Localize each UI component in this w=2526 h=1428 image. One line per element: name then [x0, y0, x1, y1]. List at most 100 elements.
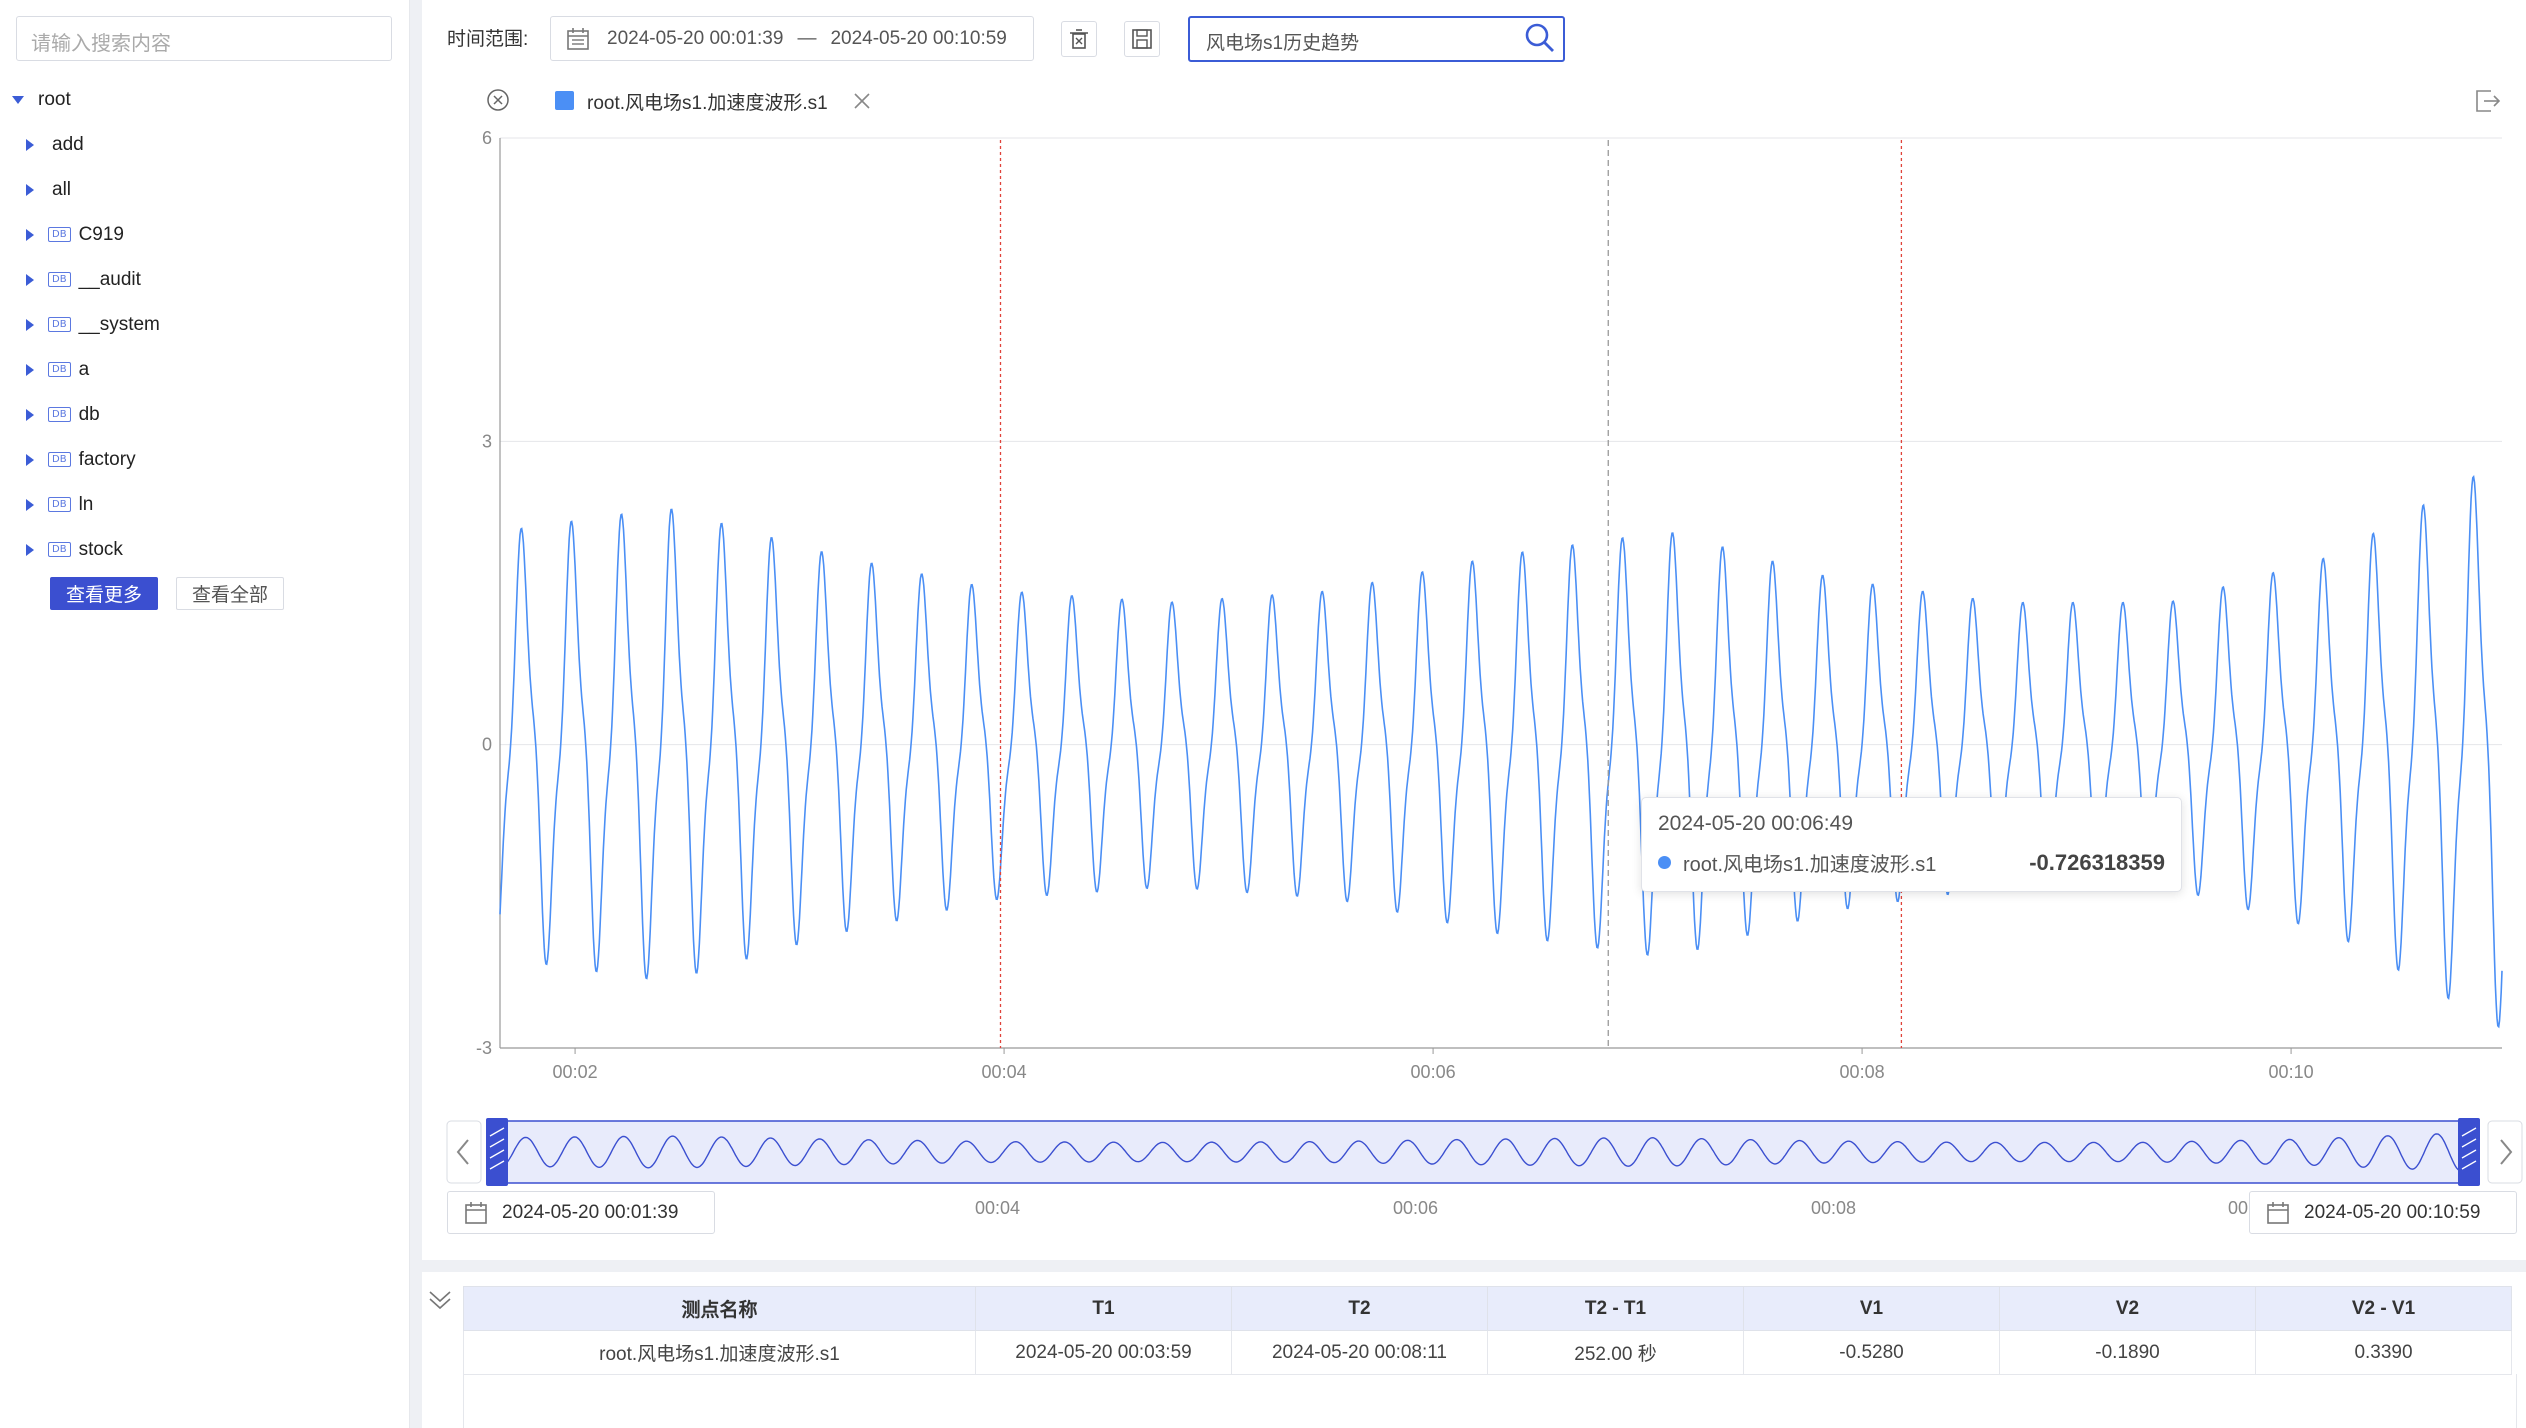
- caret-right-icon[interactable]: [26, 498, 34, 511]
- search-icon[interactable]: [1524, 22, 1556, 54]
- tree-item-ln[interactable]: DB ln: [26, 482, 93, 527]
- database-icon: DB: [48, 227, 71, 242]
- table-header-cell[interactable]: T1: [975, 1286, 1232, 1331]
- slider-end-date[interactable]: 2024-05-20 00:10:59: [2249, 1191, 2517, 1234]
- query-input[interactable]: 风电场s1历史趋势: [1188, 16, 1565, 62]
- tree-item-system[interactable]: DB __system: [26, 302, 160, 347]
- tooltip-value: -0.726318359: [2029, 849, 2165, 875]
- series-line: [499, 475, 2503, 1029]
- tooltip-series-dot: [1658, 856, 1671, 869]
- table-header-cell[interactable]: 测点名称: [463, 1286, 976, 1331]
- caret-right-icon[interactable]: [26, 363, 34, 376]
- chart-tooltip: 2024-05-20 00:06:49 root.风电场s1.加速度波形.s1 …: [1641, 797, 2182, 892]
- tree-item-label: a: [78, 358, 90, 380]
- tree-item-audit[interactable]: DB __audit: [26, 257, 141, 302]
- table-cell: 252.00 秒: [1487, 1330, 1744, 1375]
- trash-icon: [1070, 29, 1088, 49]
- search-input[interactable]: 请输入搜索内容: [16, 16, 392, 61]
- table-row[interactable]: root.风电场s1.加速度波形.s1 2024-05-20 00:03:59 20…: [463, 1330, 2512, 1375]
- slider-handle-right[interactable]: [2458, 1118, 2480, 1186]
- database-icon: DB: [48, 362, 71, 377]
- tree-item-add[interactable]: add: [26, 122, 84, 167]
- tree-item-factory[interactable]: DB factory: [26, 437, 136, 482]
- clear-series-icon[interactable]: [486, 88, 510, 112]
- tree-item-db[interactable]: DB db: [26, 392, 100, 437]
- slider-start-text: 2024-05-20 00:01:39: [502, 1201, 679, 1223]
- time-range-label: 时间范围:: [447, 29, 529, 50]
- tree-item-label: C919: [78, 223, 124, 245]
- tree-item-stock[interactable]: DB stock: [26, 527, 123, 572]
- tree-item-label: __audit: [78, 268, 141, 290]
- y-tick-label: 6: [482, 128, 492, 148]
- tree-root[interactable]: root: [12, 77, 71, 122]
- x-tick-label: 00:10: [2269, 1062, 2314, 1082]
- end-time: 2024-05-20 00:10:59: [830, 27, 1007, 49]
- caret-right-icon[interactable]: [26, 318, 34, 331]
- legend-swatch: [555, 91, 574, 110]
- save-button[interactable]: [1124, 21, 1160, 57]
- export-icon[interactable]: [2473, 87, 2501, 115]
- line-chart[interactable]: 6 3 0 -3 00:02 00:04 00:06 00:08 00:10: [422, 120, 2526, 1090]
- caret-right-icon[interactable]: [26, 138, 34, 151]
- sidebar: 请输入搜索内容 root 查看更多 查看全部 add all DB C919 DB __a…: [0, 0, 410, 1428]
- calendar-icon: [465, 1201, 487, 1224]
- calendar-icon: [2267, 1201, 2289, 1224]
- tree-root-label: root: [38, 88, 71, 110]
- time-slider[interactable]: [486, 1118, 2480, 1186]
- table-cell: -0.5280: [1743, 1330, 2000, 1375]
- table-header-cell[interactable]: V2: [1999, 1286, 2256, 1331]
- tree-item-label: __system: [78, 313, 160, 335]
- caret-right-icon[interactable]: [26, 408, 34, 421]
- y-tick-label: 0: [482, 735, 492, 755]
- slider-start-date[interactable]: 2024-05-20 00:01:39: [447, 1191, 715, 1234]
- y-tick-label: 3: [482, 431, 492, 451]
- tree-item-label: add: [52, 133, 84, 155]
- slider-tick-label: 00: [2228, 1198, 2249, 1218]
- calendar-icon: [567, 27, 589, 50]
- caret-right-icon[interactable]: [26, 543, 34, 556]
- table-header-cell[interactable]: V2 - V1: [2255, 1286, 2512, 1331]
- collapse-icon[interactable]: [426, 1286, 454, 1314]
- slider-end-text: 2024-05-20 00:10:59: [2304, 1201, 2481, 1223]
- time-range-picker[interactable]: 2024-05-20 00:01:39 — 2024-05-20 00:10:5…: [550, 16, 1034, 61]
- database-icon: DB: [48, 542, 71, 557]
- table-header-cell[interactable]: T2: [1231, 1286, 1488, 1331]
- close-icon[interactable]: [852, 91, 872, 111]
- database-icon: DB: [48, 272, 71, 287]
- start-time: 2024-05-20 00:01:39: [607, 27, 784, 49]
- x-tick-label: 00:04: [982, 1062, 1027, 1082]
- table-header-cell[interactable]: T2 - T1: [1487, 1286, 1744, 1331]
- tree-item-label: all: [52, 178, 72, 200]
- caret-down-icon[interactable]: [12, 95, 24, 104]
- slider-tick-label: 00:04: [975, 1198, 1021, 1218]
- database-icon: DB: [48, 317, 71, 332]
- caret-right-icon[interactable]: [26, 228, 34, 241]
- database-icon: DB: [48, 497, 71, 512]
- x-tick-label: 00:02: [553, 1062, 598, 1082]
- tooltip-time: 2024-05-20 00:06:49: [1658, 812, 1853, 835]
- tree-item-a[interactable]: DB a: [26, 347, 89, 392]
- table-cell: root.风电场s1.加速度波形.s1: [463, 1330, 976, 1375]
- tree-item-label: db: [78, 403, 100, 425]
- slider-next-button[interactable]: [2487, 1120, 2523, 1184]
- view-all-button[interactable]: 查看全部: [176, 577, 284, 610]
- tree-item-label: ln: [78, 493, 94, 515]
- slider-track[interactable]: [486, 1120, 2480, 1184]
- tooltip-series-name: root.风电场s1.加速度波形.s1: [1683, 854, 1937, 876]
- caret-right-icon[interactable]: [26, 453, 34, 466]
- legend-series-label[interactable]: root.风电场s1.加速度波形.s1: [587, 88, 828, 115]
- delete-button[interactable]: [1061, 21, 1097, 57]
- slider-handle-left[interactable]: [486, 1118, 508, 1186]
- caret-right-icon[interactable]: [26, 183, 34, 196]
- caret-right-icon[interactable]: [26, 273, 34, 286]
- x-tick-label: 00:06: [1411, 1062, 1456, 1082]
- table-cell: -0.1890: [1999, 1330, 2256, 1375]
- view-more-button[interactable]: 查看更多: [50, 577, 158, 610]
- slider-prev-button[interactable]: [446, 1120, 482, 1184]
- table-header-cell[interactable]: V1: [1743, 1286, 2000, 1331]
- tree-item-label: factory: [78, 448, 136, 470]
- x-tick-label: 00:08: [1840, 1062, 1885, 1082]
- tree-item-C919[interactable]: DB C919: [26, 212, 124, 257]
- y-tick-label: -3: [476, 1038, 492, 1058]
- tree-item-all[interactable]: all: [26, 167, 71, 212]
